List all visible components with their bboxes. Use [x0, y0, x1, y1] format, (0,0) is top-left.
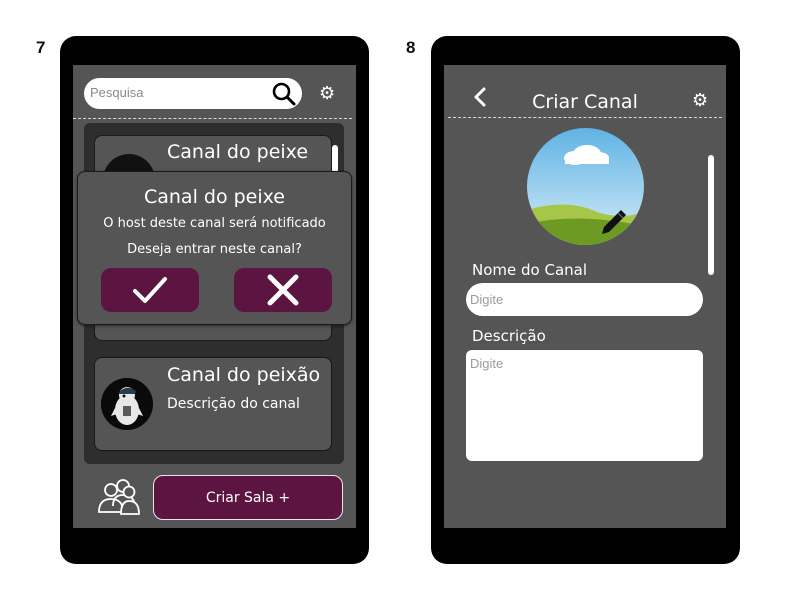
channel-name-field[interactable]: Digite — [466, 283, 703, 316]
dialog-title: Canal do peixe — [143, 186, 285, 208]
header-divider — [448, 117, 722, 118]
scrollbar[interactable] — [708, 155, 714, 275]
channel-card[interactable]: Canal do peixão Descrição do canal — [94, 357, 332, 451]
penguin-image — [101, 378, 153, 430]
channel-photo[interactable] — [527, 128, 644, 245]
phone-frame-8: Criar Canal ⚙ Nome do Canal Digite Descr… — [431, 36, 740, 564]
pencil-icon[interactable] — [599, 207, 629, 237]
dialog-message: O host deste canal será notificado — [103, 216, 326, 231]
confirm-button[interactable] — [101, 268, 199, 312]
cancel-button[interactable] — [234, 268, 332, 312]
search-icon[interactable] — [271, 81, 297, 107]
people-icon[interactable] — [95, 478, 141, 516]
join-channel-dialog: Canal do peixe O host deste canal será n… — [77, 171, 352, 325]
phone-frame-7: Pesquisa ⚙ Canal do peixe Canal do peixã… — [60, 36, 369, 564]
description-label: Descrição — [472, 327, 546, 345]
scrollbar[interactable] — [332, 145, 338, 173]
channel-title: Canal do peixão — [167, 364, 321, 386]
screen-number-8: 8 — [406, 38, 416, 57]
channel-title: Canal do peixe — [167, 141, 309, 163]
description-placeholder: Digite — [470, 356, 504, 371]
channel-description: Descrição do canal — [167, 396, 300, 412]
description-field[interactable]: Digite — [466, 350, 703, 461]
screen-8: Criar Canal ⚙ Nome do Canal Digite Descr… — [444, 65, 726, 528]
screen-7: Pesquisa ⚙ Canal do peixe Canal do peixã… — [73, 65, 356, 528]
search-input[interactable]: Pesquisa — [84, 78, 302, 109]
create-room-button[interactable]: Criar Sala + — [153, 475, 343, 520]
gear-icon[interactable]: ⚙ — [319, 85, 335, 103]
channel-name-label: Nome do Canal — [472, 261, 588, 279]
page-title: Criar Canal — [532, 91, 638, 113]
dialog-question: Deseja entrar neste canal? — [127, 242, 302, 257]
search-placeholder: Pesquisa — [90, 85, 144, 100]
close-icon — [267, 274, 299, 306]
gear-icon[interactable]: ⚙ — [692, 92, 708, 110]
check-icon — [133, 277, 167, 303]
screen-number-7: 7 — [36, 38, 46, 57]
channel-avatar — [101, 378, 153, 430]
channel-name-placeholder: Digite — [470, 292, 504, 307]
header-divider — [73, 118, 352, 119]
